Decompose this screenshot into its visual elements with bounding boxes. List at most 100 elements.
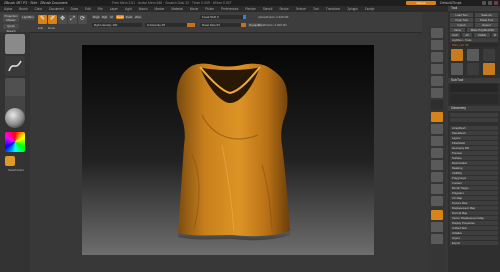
maximize-icon[interactable]: [488, 1, 492, 5]
fibermesh-item[interactable]: FiberMesh: [450, 141, 498, 145]
geometry-divide[interactable]: [450, 113, 498, 117]
geometry-header[interactable]: Geometry: [448, 106, 500, 111]
rgb-button[interactable]: Rgb: [101, 15, 108, 19]
focal-shift-slider[interactable]: Focal Shift 0: [200, 15, 246, 19]
visible-button[interactable]: Visible: [474, 33, 490, 37]
load-tool-button[interactable]: Load Tool: [450, 13, 473, 17]
projection-master-button[interactable]: Projection Master: [3, 14, 19, 22]
solo-button[interactable]: [431, 234, 443, 244]
ghost-button[interactable]: [431, 222, 443, 232]
polygroups-item[interactable]: Polygroups: [450, 176, 498, 180]
local-button[interactable]: [431, 124, 443, 134]
zcut-button[interactable]: Zcut: [134, 15, 142, 19]
menus-button[interactable]: Menus: [406, 1, 436, 5]
all-button[interactable]: All: [462, 33, 472, 37]
subtool-list[interactable]: [450, 84, 498, 92]
switch-color-label[interactable]: SwitchColor: [3, 168, 29, 172]
visibility-item[interactable]: Visibility: [450, 171, 498, 175]
menu-material[interactable]: Material: [171, 7, 182, 11]
lightbox-button[interactable]: LightBox: [21, 15, 35, 20]
floor-button[interactable]: [431, 112, 443, 122]
menu-movie[interactable]: Movie: [190, 7, 199, 11]
menu-brush[interactable]: Brush: [19, 7, 27, 11]
menu-preferences[interactable]: Preferences: [221, 7, 238, 11]
color-picker-icon[interactable]: [5, 132, 25, 152]
scroll-button[interactable]: [431, 52, 443, 62]
tool-thumb-simplebrush[interactable]: [467, 63, 479, 75]
preview-item[interactable]: Preview: [450, 151, 498, 155]
transp-button[interactable]: [431, 210, 443, 220]
menu-render[interactable]: Render: [245, 7, 255, 11]
scale-button[interactable]: ⤢: [68, 15, 77, 24]
zsub-button[interactable]: Zsub: [125, 15, 133, 19]
main-color-swatch[interactable]: [5, 156, 15, 166]
import-item[interactable]: Import: [450, 236, 498, 240]
normal-map-item[interactable]: Normal Map: [450, 211, 498, 215]
menu-light[interactable]: Light: [125, 7, 132, 11]
draw-size-slider[interactable]: Draw Size 64: [200, 23, 246, 27]
polypaint-item[interactable]: Polypaint: [450, 191, 498, 195]
matcap-sphere-icon[interactable]: [5, 108, 25, 128]
paste-tool-button[interactable]: Paste Tool: [475, 18, 498, 22]
menu-texture[interactable]: Texture: [296, 7, 306, 11]
menu-picker[interactable]: Picker: [205, 7, 214, 11]
shirt-model[interactable]: [82, 45, 374, 255]
unified-skin-item[interactable]: Unified Skin: [450, 226, 498, 230]
lightbox-tools-button[interactable]: Lightbox › Tools: [450, 38, 498, 42]
make-polymesh-button[interactable]: Make PolyMesh3D: [467, 28, 498, 32]
masking-item[interactable]: Masking: [450, 166, 498, 170]
copy-tool-button[interactable]: Copy Tool: [450, 18, 473, 22]
tool-thumb-shirt-copy[interactable]: [483, 63, 495, 75]
texture-map-item[interactable]: Texture Map: [450, 201, 498, 205]
menu-zplugin[interactable]: Zplugin: [347, 7, 357, 11]
surface-item[interactable]: Surface: [450, 156, 498, 160]
morph-target-item[interactable]: Morph Target: [450, 186, 498, 190]
menu-edit[interactable]: Edit: [85, 7, 91, 11]
menu-marker[interactable]: Marker: [155, 7, 165, 11]
deformation-item[interactable]: Deformation: [450, 161, 498, 165]
subtool-header[interactable]: SubTool: [448, 78, 500, 83]
menu-stencil[interactable]: Stencil: [263, 7, 273, 11]
goz-button[interactable]: GoZ: [450, 33, 460, 37]
tool-palette-title[interactable]: Tool: [448, 6, 500, 11]
move-view-button[interactable]: [431, 160, 443, 170]
menu-layer[interactable]: Layer: [110, 7, 118, 11]
persp-button[interactable]: [431, 100, 443, 110]
bpr-button[interactable]: [431, 28, 443, 38]
subtool-entry[interactable]: [450, 94, 498, 104]
menu-file[interactable]: File: [98, 7, 103, 11]
menu-document[interactable]: Document: [49, 7, 64, 11]
vector-displacement-item[interactable]: Vector Displacement Map: [450, 216, 498, 220]
tool-thumb-sphere[interactable]: [467, 49, 479, 61]
draw-button[interactable]: ✐: [48, 15, 57, 24]
menu-color[interactable]: Color: [34, 7, 42, 11]
r-button[interactable]: R: [492, 33, 498, 37]
geometry-hd-item[interactable]: Geometry HD: [450, 146, 498, 150]
tool-thumb-polymesh[interactable]: [451, 63, 463, 75]
current-tool-label[interactable]: Shirt_sub. 50: [450, 43, 498, 47]
close-icon[interactable]: [494, 1, 498, 5]
layers-item[interactable]: Layers: [450, 136, 498, 140]
frame-button[interactable]: [431, 148, 443, 158]
scale-view-button[interactable]: [431, 172, 443, 182]
zoom-button[interactable]: [431, 64, 443, 74]
initialize-item[interactable]: Initialize: [450, 231, 498, 235]
menu-draw[interactable]: Draw: [71, 7, 78, 11]
aahalf-button[interactable]: [431, 88, 443, 98]
spix-button[interactable]: [431, 40, 443, 50]
alpha-icon[interactable]: [5, 78, 25, 98]
mrgb-button[interactable]: Mrgb: [92, 15, 100, 19]
menu-alpha[interactable]: Alpha: [4, 7, 12, 11]
z-intensity-slider[interactable]: Z Intensity 25: [145, 23, 195, 27]
export-button[interactable]: Export: [475, 23, 498, 27]
export-item[interactable]: Export: [450, 241, 498, 245]
brush-icon[interactable]: [5, 34, 25, 54]
polyf-button[interactable]: [431, 196, 443, 206]
actual-button[interactable]: [431, 76, 443, 86]
arraymesh-item[interactable]: ArrayMesh: [450, 126, 498, 130]
brush-stroke-icon[interactable]: [5, 56, 25, 76]
uv-map-item[interactable]: UV Map: [450, 196, 498, 200]
contact-item[interactable]: Contact: [450, 181, 498, 185]
menu-stroke[interactable]: Stroke: [279, 7, 288, 11]
import-button[interactable]: Import: [450, 23, 473, 27]
